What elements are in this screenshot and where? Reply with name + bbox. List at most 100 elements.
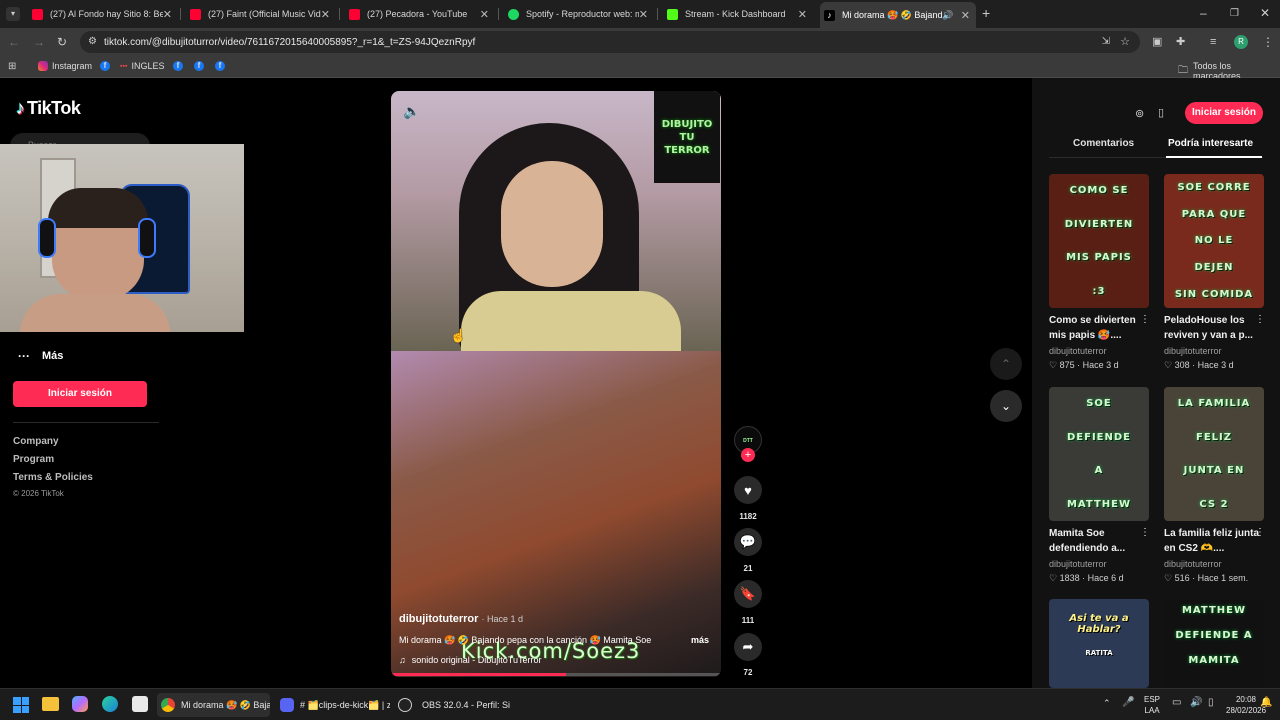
follow-plus-icon[interactable]: + (741, 448, 755, 462)
recommended-title[interactable]: Mamita Soe defendiendo a... (1049, 526, 1145, 556)
bookmark-star-icon[interactable]: ☆ (1120, 35, 1130, 48)
tab-spotify[interactable]: Spotify - Reproductor web: mú ✕ (504, 4, 654, 24)
tray-chevron-icon[interactable]: ⌃ (1103, 698, 1111, 709)
start-icon[interactable] (13, 697, 29, 713)
back-icon[interactable]: ← (8, 36, 20, 48)
address-bar[interactable]: ⚙ tiktok.com/@dibujitoturror/video/76116… (80, 31, 1140, 53)
video-player[interactable]: 🔈 DIBUJITO TU TERROR Kick.com/Soez3 dibu… (391, 91, 721, 677)
footer-link-program[interactable]: Program (13, 454, 54, 465)
caption-more-button[interactable]: más (691, 635, 709, 645)
recommended-thumbnail[interactable]: SOE DEFIENDE A MATTHEW (1049, 387, 1149, 521)
save-button[interactable]: 🔖 (734, 580, 762, 608)
taskbar-app-obs[interactable]: OBS 32.0.4 - Perfil: Sin T (398, 693, 510, 717)
tab-comments[interactable]: Comentarios (1073, 138, 1134, 149)
profile-avatar[interactable]: R (1234, 35, 1248, 49)
minimize-icon[interactable]: – (1200, 7, 1207, 19)
header-login-button[interactable]: Iniciar sesión (1185, 102, 1263, 124)
recommended-thumbnail[interactable]: SOE CORRE PARA QUE NO LE DEJEN SIN COMID… (1164, 174, 1264, 308)
recommended-thumbnail[interactable]: Asi te va a Hablar? RATITA (1049, 599, 1149, 688)
recommended-author[interactable]: dibujitotuterror (1164, 346, 1222, 356)
install-icon[interactable]: ⇲ (1102, 36, 1110, 47)
facebook-icon[interactable]: f (173, 61, 183, 71)
tiktok-icon: ♪ (824, 9, 835, 21)
recommended-author[interactable]: dibujitotuterror (1049, 346, 1107, 356)
recommended-title[interactable]: PeladoHouse los reviven y van a p... (1164, 313, 1260, 343)
microphone-icon[interactable]: 🎤 (1122, 697, 1134, 708)
reading-list-icon[interactable]: ≡ (1210, 36, 1216, 48)
next-video-button[interactable]: ⌄ (990, 390, 1022, 422)
menu-icon[interactable]: ⋮ (1262, 36, 1274, 48)
facebook-icon[interactable]: f (215, 61, 225, 71)
more-menu[interactable]: ··· Más (18, 349, 63, 363)
comment-button[interactable]: 💬 (734, 528, 762, 556)
recommended-thumbnail[interactable]: COMO SE DIVIERTEN MIS PAPIS :3 (1049, 174, 1149, 308)
site-info-icon[interactable]: ⚙ (88, 36, 97, 47)
video-sound[interactable]: ♫ sonido original - DibujitoTuTerror (399, 655, 541, 665)
close-icon[interactable]: ✕ (163, 8, 178, 21)
mute-icon[interactable]: 🔈 (403, 103, 420, 120)
store-icon[interactable] (132, 696, 148, 712)
share-button[interactable]: ➦ (734, 633, 762, 661)
more-options-icon[interactable]: ⋮ (1140, 527, 1150, 538)
edge-icon[interactable] (102, 696, 118, 712)
volume-icon[interactable]: 🔊 (1190, 697, 1202, 708)
sidebar-login-button[interactable]: Iniciar sesión (13, 381, 147, 407)
video-author[interactable]: dibujitotuterror · Hace 1 d (399, 613, 523, 625)
tab-search-icon[interactable]: ▾ (6, 7, 20, 21)
more-options-icon[interactable]: ⋮ (1255, 314, 1265, 325)
footer-link-company[interactable]: Company (13, 436, 59, 447)
taskbar-app-discord[interactable]: # 🗂️clips-de-kick🗂️ | ze (280, 693, 390, 717)
restore-icon[interactable]: ❐ (1230, 8, 1239, 20)
facebook-icon[interactable]: f (194, 61, 204, 71)
tab-al-fondo[interactable]: (27) Al Fondo hay Sitio 8: Belén ✕ (28, 4, 178, 24)
file-explorer-icon[interactable] (42, 697, 59, 711)
recommended-title[interactable]: La familia feliz junta en CS2 🫶.... (1164, 526, 1260, 556)
device-icon[interactable]: ▯ (1158, 106, 1164, 119)
tab-pecadora[interactable]: (27) Pecadora - YouTube ✕ (345, 4, 495, 24)
bookmark-ingles[interactable]: ▪▪▪ INGLES (120, 61, 164, 71)
extensions-icon[interactable]: ✚ (1176, 36, 1185, 48)
bookmark-instagram[interactable]: Instagram (38, 61, 92, 71)
facebook-icon[interactable]: f (100, 61, 110, 71)
more-options-icon[interactable]: ⋮ (1140, 314, 1150, 325)
tab-faint[interactable]: (27) Faint (Official Music Video) ✕ (186, 4, 336, 24)
close-icon[interactable]: ✕ (639, 8, 654, 21)
close-icon[interactable]: ✕ (480, 8, 495, 21)
recommended-author[interactable]: dibujitotuterror (1049, 559, 1107, 569)
reload-icon[interactable]: ↻ (57, 36, 67, 48)
close-icon[interactable]: ✕ (321, 8, 336, 21)
previous-video-button[interactable]: ⌃ (990, 348, 1022, 380)
language-indicator[interactable]: ESP LAA (1144, 694, 1160, 716)
tab-interesting[interactable]: Podría interesarte (1168, 138, 1253, 149)
more-options-icon[interactable]: ⋮ (1255, 527, 1265, 538)
recommended-thumbnail[interactable]: LA FAMILIA FELIZ JUNTA EN CS 2 (1164, 387, 1264, 521)
tiktok-logo[interactable]: ♪ TikTok (16, 98, 81, 119)
taskbar-app-chrome[interactable]: Mi dorama 🥵 🤣 Bajar (157, 693, 270, 717)
progress-bar[interactable] (391, 673, 721, 676)
speaker-icon[interactable]: 🔊 (942, 10, 953, 21)
media-icon[interactable]: ▣ (1152, 36, 1162, 48)
recommended-author[interactable]: dibujitotuterror (1164, 559, 1222, 569)
recommended-thumbnail[interactable]: MATTHEW DEFIENDE A MAMITA (1164, 599, 1264, 688)
close-icon[interactable]: ✕ (798, 8, 813, 21)
copyright: © 2026 TikTok (13, 489, 64, 498)
save-count: 111 (741, 616, 755, 625)
tab-tiktok-active[interactable]: ♪ Mi dorama 🥵 🤣 Bajando 🔊 ✕ (820, 2, 976, 28)
close-icon[interactable]: ✕ (961, 9, 976, 22)
recommended-title[interactable]: Como se divierten mis papis 🥵.... (1049, 313, 1145, 343)
new-tab-icon[interactable]: + (982, 6, 990, 20)
footer-link-terms[interactable]: Terms & Policies (13, 472, 93, 483)
apps-grid-icon[interactable]: ⊞ (8, 61, 16, 73)
forward-icon[interactable]: → (33, 36, 45, 48)
notification-icon[interactable]: 🔔 (1260, 697, 1272, 708)
like-button[interactable]: ♥ (734, 476, 762, 504)
tab-kick[interactable]: Stream - Kick Dashboard ✕ (663, 4, 813, 24)
copilot-icon[interactable] (72, 696, 88, 712)
browser-tab-strip: ▾ (27) Al Fondo hay Sitio 8: Belén ✕ (27… (0, 0, 1280, 28)
coin-icon[interactable]: ⊚ (1135, 107, 1144, 120)
close-window-icon[interactable]: ✕ (1260, 7, 1270, 19)
display-icon[interactable]: ▭ (1172, 697, 1181, 708)
battery-icon[interactable]: ▯ (1208, 697, 1214, 708)
ellipsis-icon: ··· (18, 349, 30, 363)
clock[interactable]: 20:08 28/02/2026 (1226, 694, 1266, 716)
